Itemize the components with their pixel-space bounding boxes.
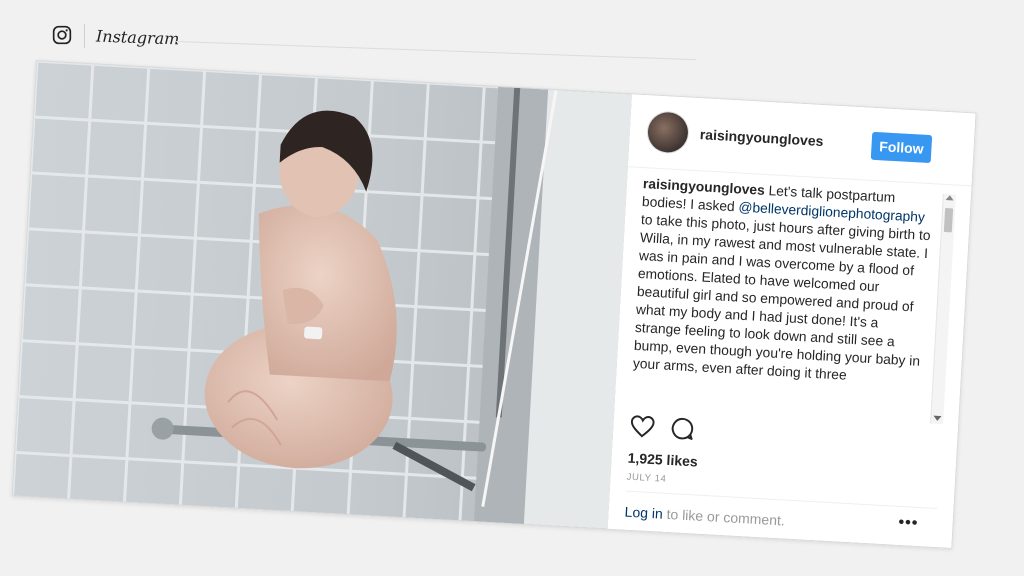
comment-bubble-icon[interactable] [669,415,696,442]
heart-icon[interactable] [629,413,656,440]
brand-divider [84,24,85,48]
scroll-up-arrow-icon[interactable] [945,195,954,201]
caption-text-2: to take this photo, just hours after giv… [632,212,931,383]
scrollbar-thumb[interactable] [943,207,954,233]
caption-scrollbar[interactable] [930,193,956,425]
more-options-button[interactable]: ••• [898,514,919,533]
post-caption: raisingyoungloves Let's talk postpartum … [632,175,933,389]
caption-scroll-area[interactable]: raisingyoungloves Let's talk postpartum … [631,175,933,423]
login-prompt: Log in to like or comment. [624,504,785,529]
top-bar: Instagram [0,0,1024,61]
avatar[interactable] [646,111,690,154]
instagram-wordmark[interactable]: Instagram [96,27,180,49]
shower-photo-illustration [12,61,633,529]
scroll-down-arrow-icon[interactable] [933,415,942,422]
post-photo[interactable] [12,61,633,529]
post-actions [629,413,750,450]
post-sidebar: raisingyoungloves Follow raisingyounglov… [607,94,976,548]
login-prompt-text: to like or comment. [662,505,786,529]
post-header: raisingyoungloves Follow [627,94,976,187]
likes-count[interactable]: 1,925 likes [627,450,698,470]
post-username[interactable]: raisingyoungloves [699,126,823,149]
instagram-glyph-icon[interactable] [52,25,72,45]
instagram-post-card: raisingyoungloves Follow raisingyounglov… [11,60,977,549]
follow-button[interactable]: Follow [870,131,933,164]
header-line [175,41,696,61]
post-date: JULY 14 [626,471,667,485]
login-link[interactable]: Log in [624,504,663,522]
